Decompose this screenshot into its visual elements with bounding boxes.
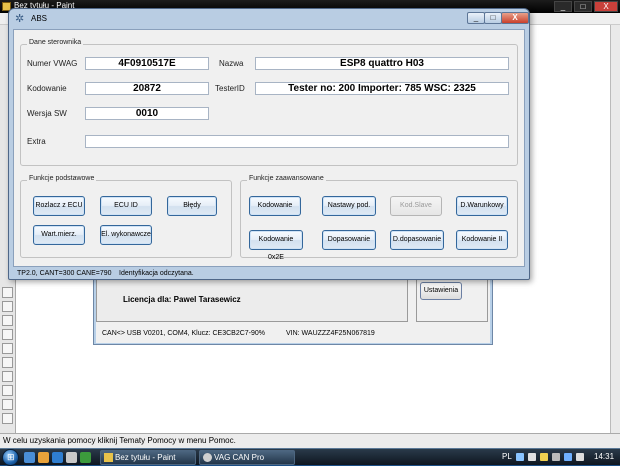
slave-coding-button[interactable]: Kod.Slave <box>390 196 442 216</box>
kodowanie-field[interactable]: 20872 <box>85 82 209 95</box>
numer-vwag-label: Numer VWAG <box>27 59 78 68</box>
help-icon[interactable] <box>516 453 524 461</box>
paint-tool-icon[interactable] <box>2 371 13 382</box>
adaptation-button[interactable]: Dopasowanie <box>322 230 376 250</box>
settings-button[interactable]: Ustawienia <box>420 282 462 300</box>
connection-status: CAN<> USB V0201, COM4, Klucz: CE3CB2C7-9… <box>102 330 266 337</box>
coding-ii-button[interactable]: Kodowanie II <box>456 230 508 250</box>
ecu-id-button[interactable]: ECU ID <box>100 196 152 216</box>
paint-icon <box>104 453 113 462</box>
language-indicator[interactable]: PL <box>502 449 512 465</box>
vin-status: VIN: WAUZZZ4F25N067819 <box>286 330 375 337</box>
actuators-button[interactable]: El. wykonawcze <box>100 225 152 245</box>
show-desktop-icon[interactable] <box>24 452 35 463</box>
controller-data-group-label: Dane sterownika <box>27 39 84 46</box>
extra-label: Extra <box>27 137 46 146</box>
taskbar-item-label: Bez tytułu - Paint <box>115 453 176 462</box>
basic-functions-group-label: Funkcje podstawowe <box>27 175 97 182</box>
abs-status-bar: TP2.0, CANT=300 CANE=790 Identyfikacja o… <box>13 268 525 279</box>
tray-icon[interactable] <box>540 453 548 461</box>
paint-tool-icon[interactable] <box>2 287 13 298</box>
volume-icon[interactable] <box>576 453 584 461</box>
advanced-functions-group-label: Funkcje zaawansowane <box>247 175 326 182</box>
abs-title: ABS <box>31 14 48 23</box>
advanced-functions-group: Funkcje zaawansowane Kodowanie Nastawy p… <box>240 175 518 261</box>
paint-vertical-scrollbar[interactable] <box>610 25 620 435</box>
paint-maximize-button[interactable]: □ <box>574 1 592 12</box>
paint-tool-icon[interactable] <box>2 413 13 424</box>
coding-0x2e-button[interactable]: Kodowanie 0x2E <box>249 230 303 261</box>
kodowanie-label: Kodowanie <box>27 84 67 93</box>
tray-icon[interactable] <box>528 453 536 461</box>
paint-tool-icon[interactable] <box>2 315 13 326</box>
abs-close-button[interactable]: X <box>501 12 529 24</box>
paint-close-button[interactable]: X <box>594 1 618 12</box>
nazwa-label: Nazwa <box>219 59 244 68</box>
tray-icon[interactable] <box>564 453 572 461</box>
abs-maximize-button[interactable]: □ <box>484 12 502 24</box>
controller-data-group: Dane sterownika Numer VWAG 4F0910517E Na… <box>20 39 518 166</box>
paint-status-bar: W celu uzyskania pomocy kliknij Tematy P… <box>0 433 620 448</box>
license-label: Licencja dla: Pawel Tarasewicz <box>123 295 241 304</box>
vag-can-pro-window: Licencja dla: Pawel Tarasewicz Ustawieni… <box>93 270 493 345</box>
abs-client-area: Dane sterownika Numer VWAG 4F0910517E Na… <box>13 29 525 267</box>
paint-minimize-button[interactable]: _ <box>554 1 572 12</box>
paint-tool-icon[interactable] <box>2 399 13 410</box>
wersja-sw-label: Wersja SW <box>27 109 67 118</box>
clock[interactable]: 14:31 <box>594 449 614 465</box>
vag-status-bar: CAN<> USB V0201, COM4, Klucz: CE3CB2C7-9… <box>100 327 490 341</box>
network-icon[interactable] <box>552 453 560 461</box>
basic-functions-group: Funkcje podstawowe Rozlacz z ECU ECU ID … <box>20 175 232 258</box>
taskbar: ⊞ Bez tytułu - Paint VAG CAN Pro PL 14:3… <box>0 448 620 466</box>
folder-icon[interactable] <box>38 452 49 463</box>
system-tray: PL 14:31 <box>500 449 620 466</box>
taskbar-item-label: VAG CAN Pro <box>214 453 265 462</box>
paint-tool-icon[interactable] <box>2 385 13 396</box>
coding-button[interactable]: Kodowanie <box>249 196 301 216</box>
paint-tool-icon[interactable] <box>2 301 13 312</box>
measured-values-button[interactable]: Wart.mierz. <box>33 225 85 245</box>
numer-vwag-field[interactable]: 4F0910517E <box>85 57 209 70</box>
paint-tool-icon[interactable] <box>2 357 13 368</box>
protocol-status: TP2.0, CANT=300 CANE=790 <box>17 270 112 277</box>
conditional-access-button[interactable]: D.Warunkowy <box>456 196 508 216</box>
abs-minimize-button[interactable]: _ <box>467 12 485 24</box>
paint-tool-icon[interactable] <box>2 343 13 354</box>
disconnect-ecu-button[interactable]: Rozlacz z ECU <box>33 196 85 216</box>
quicklaunch-icon[interactable] <box>80 452 91 463</box>
browser-icon[interactable] <box>52 452 63 463</box>
wersja-sw-field[interactable]: 0010 <box>85 107 209 120</box>
gear-icon: ✲ <box>15 13 25 25</box>
car-icon <box>203 453 212 462</box>
taskbar-item-paint[interactable]: Bez tytułu - Paint <box>100 450 196 465</box>
d-adaptation-button[interactable]: D.dopasowanie <box>390 230 444 250</box>
status-message: Identyfikacja odczytana. <box>119 270 194 277</box>
testerid-label: TesterID <box>215 84 245 93</box>
paint-tool-icon[interactable] <box>2 329 13 340</box>
start-button[interactable]: ⊞ <box>2 449 19 466</box>
testerid-field[interactable]: Tester no: 200 Importer: 785 WSC: 2325 <box>255 82 509 95</box>
basic-settings-button[interactable]: Nastawy pod. <box>322 196 376 216</box>
license-panel: Licencja dla: Pawel Tarasewicz <box>96 274 408 322</box>
errors-button[interactable]: Błędy <box>167 196 217 216</box>
abs-dialog: ✲ ABS _ □ X Dane sterownika Numer VWAG 4… <box>8 8 530 280</box>
windows-logo-icon: ⊞ <box>7 452 15 462</box>
taskbar-item-vag-can-pro[interactable]: VAG CAN Pro <box>199 450 295 465</box>
quicklaunch-icon[interactable] <box>66 452 77 463</box>
abs-titlebar[interactable]: ✲ ABS _ □ X <box>9 9 529 29</box>
nazwa-field[interactable]: ESP8 quattro H03 <box>255 57 509 70</box>
extra-field[interactable] <box>85 135 509 148</box>
